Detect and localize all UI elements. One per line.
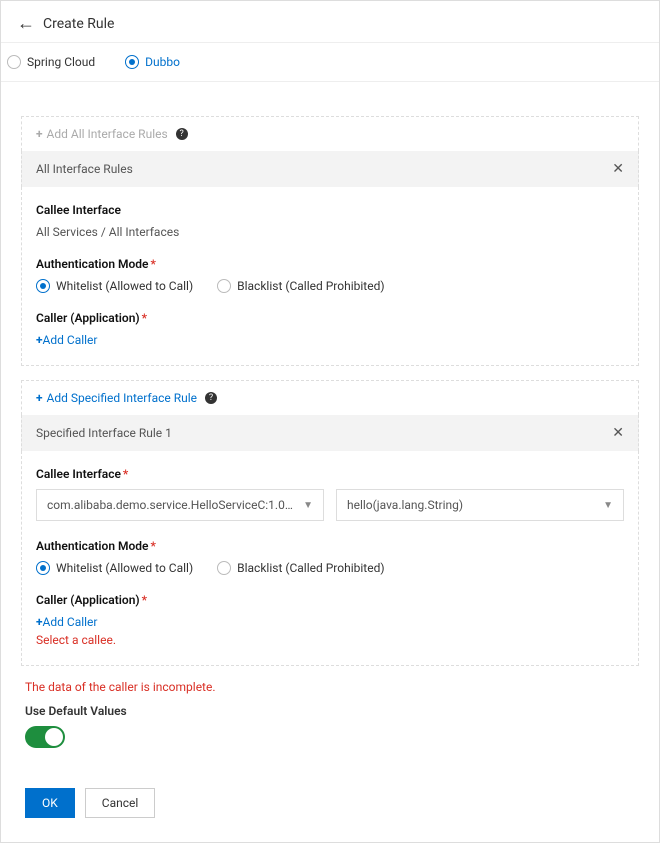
- use-default-toggle[interactable]: [25, 726, 65, 748]
- radio-label: Blacklist (Called Prohibited): [237, 561, 384, 575]
- radio-label: Whitelist (Allowed to Call): [56, 561, 193, 575]
- add-caller-link-2[interactable]: +Add Caller: [36, 615, 624, 629]
- use-default-section: Use Default Values: [21, 704, 639, 748]
- radio-icon: [36, 279, 50, 293]
- service-select[interactable]: com.alibaba.demo.service.HelloServiceC:1…: [36, 489, 324, 521]
- radio-blacklist-2[interactable]: Blacklist (Called Prohibited): [217, 561, 384, 575]
- auth-mode-label: Authentication Mode*: [36, 257, 624, 271]
- add-all-rules-panel: + Add All Interface Rules ?: [21, 116, 639, 151]
- radio-dubbo[interactable]: Dubbo: [125, 55, 180, 69]
- plus-icon: +: [36, 391, 43, 405]
- chevron-down-icon: ▼: [303, 500, 313, 511]
- framework-radio-row: Spring Cloud Dubbo: [1, 43, 659, 82]
- method-select-value: hello(java.lang.String): [347, 498, 463, 512]
- back-arrow-icon[interactable]: ←: [17, 13, 35, 34]
- all-interface-rules-title: All Interface Rules: [36, 162, 133, 176]
- radio-icon: [125, 55, 139, 69]
- radio-icon: [7, 55, 21, 69]
- radio-label: Whitelist (Allowed to Call): [56, 279, 193, 293]
- radio-whitelist-2[interactable]: Whitelist (Allowed to Call): [36, 561, 193, 575]
- callee-interface-value: All Services / All Interfaces: [36, 225, 624, 239]
- caller-app-label: Caller (Application)*: [36, 311, 624, 325]
- service-select-value: com.alibaba.demo.service.HelloServiceC:1…: [47, 498, 295, 512]
- caller-app-label-2: Caller (Application)*: [36, 593, 624, 607]
- auth-mode-label-2: Authentication Mode*: [36, 539, 624, 553]
- method-select[interactable]: hello(java.lang.String) ▼: [336, 489, 624, 521]
- all-interface-rule-body: Callee Interface All Services / All Inte…: [21, 187, 639, 366]
- add-all-rules-label: Add All Interface Rules: [47, 127, 168, 141]
- cancel-button[interactable]: Cancel: [85, 788, 156, 818]
- specified-rule-title: Specified Interface Rule 1: [36, 426, 172, 440]
- auth-mode-radios-2: Whitelist (Allowed to Call) Blacklist (C…: [36, 561, 624, 575]
- add-specified-rule-link[interactable]: + Add Specified Interface Rule ?: [36, 391, 624, 405]
- callee-interface-label-2: Callee Interface*: [36, 467, 624, 481]
- radio-label: Spring Cloud: [27, 55, 95, 69]
- page-header: ← Create Rule: [1, 1, 659, 43]
- use-default-label: Use Default Values: [25, 704, 635, 718]
- close-icon[interactable]: ✕: [612, 425, 624, 441]
- radio-label: Blacklist (Called Prohibited): [237, 279, 384, 293]
- radio-whitelist-1[interactable]: Whitelist (Allowed to Call): [36, 279, 193, 293]
- button-row: OK Cancel: [21, 748, 639, 832]
- callee-error-text: Select a callee.: [36, 633, 624, 647]
- help-icon[interactable]: ?: [205, 392, 217, 404]
- chevron-down-icon: ▼: [603, 500, 613, 511]
- callee-select-row: com.alibaba.demo.service.HelloServiceC:1…: [36, 489, 624, 521]
- radio-spring-cloud[interactable]: Spring Cloud: [7, 55, 95, 69]
- radio-blacklist-1[interactable]: Blacklist (Called Prohibited): [217, 279, 384, 293]
- auth-mode-radios-1: Whitelist (Allowed to Call) Blacklist (C…: [36, 279, 624, 293]
- close-icon[interactable]: ✕: [612, 161, 624, 177]
- specified-rule-body: Callee Interface* com.alibaba.demo.servi…: [21, 451, 639, 666]
- add-all-interface-rules-link[interactable]: + Add All Interface Rules ?: [36, 127, 624, 141]
- radio-icon: [217, 279, 231, 293]
- all-interface-rules-bar: All Interface Rules ✕: [21, 151, 639, 187]
- add-caller-link-1[interactable]: +Add Caller: [36, 333, 624, 347]
- add-specified-rule-label: Add Specified Interface Rule: [47, 391, 197, 405]
- main-content: + Add All Interface Rules ? All Interfac…: [1, 82, 659, 842]
- radio-icon: [36, 561, 50, 575]
- toggle-knob: [45, 728, 63, 746]
- radio-icon: [217, 561, 231, 575]
- add-specified-rule-panel: + Add Specified Interface Rule ?: [21, 380, 639, 415]
- specified-rule-bar: Specified Interface Rule 1 ✕: [21, 415, 639, 451]
- ok-button[interactable]: OK: [25, 788, 75, 818]
- plus-icon: +: [36, 127, 43, 141]
- help-icon[interactable]: ?: [176, 128, 188, 140]
- callee-interface-label: Callee Interface: [36, 203, 624, 217]
- radio-label: Dubbo: [145, 55, 180, 69]
- page-title: Create Rule: [43, 16, 114, 32]
- global-error-text: The data of the caller is incomplete.: [21, 680, 639, 694]
